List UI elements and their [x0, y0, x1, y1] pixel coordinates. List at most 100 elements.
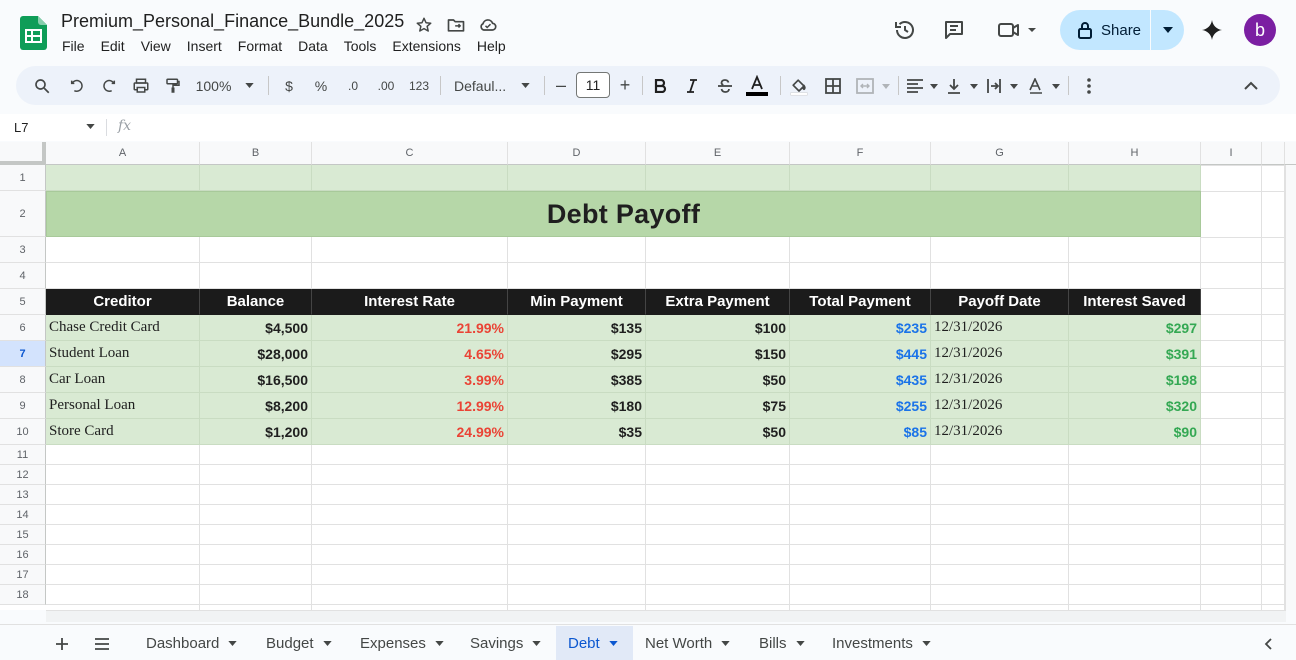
header-interest-rate[interactable]: Interest Rate: [312, 289, 508, 315]
row-header-1[interactable]: 1: [0, 165, 46, 191]
header-total-payment[interactable]: Total Payment: [790, 289, 931, 315]
cell-interest-saved[interactable]: $320: [1069, 393, 1201, 419]
column-header-d[interactable]: D: [508, 142, 646, 165]
font-size-input[interactable]: 11: [576, 72, 610, 98]
cell-c1[interactable]: [312, 165, 508, 191]
column-header-a[interactable]: A: [46, 142, 200, 165]
row-header-9[interactable]: 9: [0, 393, 46, 419]
cell-balance[interactable]: $1,200: [200, 419, 312, 445]
cell-creditor[interactable]: Car Loan: [46, 367, 200, 393]
cell-balance[interactable]: $4,500: [200, 315, 312, 341]
vertical-scrollbar[interactable]: [1285, 165, 1296, 610]
decrease-font-size-button[interactable]: –: [554, 74, 568, 97]
row-header-3[interactable]: 3: [0, 237, 46, 263]
borders-icon[interactable]: [822, 74, 844, 97]
column-header-e[interactable]: E: [646, 142, 790, 165]
collapse-toolbar-icon[interactable]: [1240, 74, 1262, 97]
increase-decimal-button[interactable]: .00: [374, 74, 398, 97]
cell-min-payment[interactable]: $135: [508, 315, 646, 341]
decrease-decimal-button[interactable]: .0: [342, 74, 364, 97]
menu-view[interactable]: View: [133, 37, 179, 55]
menu-file[interactable]: File: [54, 37, 93, 55]
menu-help[interactable]: Help: [469, 37, 514, 55]
menu-extensions[interactable]: Extensions: [384, 37, 468, 55]
column-header-f[interactable]: F: [790, 142, 931, 165]
text-wrapping-icon[interactable]: [986, 74, 1020, 97]
cell-interest-rate[interactable]: 4.65%: [312, 341, 508, 367]
row-header-18[interactable]: 18: [0, 585, 46, 605]
version-history-icon[interactable]: [893, 18, 917, 42]
name-box[interactable]: L7: [14, 120, 28, 135]
menu-format[interactable]: Format: [230, 37, 290, 55]
more-options-icon[interactable]: [1080, 74, 1098, 97]
gemini-spark-icon[interactable]: [1200, 18, 1224, 42]
paint-format-icon[interactable]: [162, 74, 184, 97]
menu-insert[interactable]: Insert: [179, 37, 230, 55]
cell-interest-saved[interactable]: $90: [1069, 419, 1201, 445]
menu-tools[interactable]: Tools: [336, 37, 385, 55]
cell-extra-payment[interactable]: $75: [646, 393, 790, 419]
column-header-b[interactable]: B: [200, 142, 312, 165]
horizontal-scrollbar[interactable]: [46, 610, 1286, 622]
cell-extra-payment[interactable]: $100: [646, 315, 790, 341]
cell-payoff-date[interactable]: 12/31/2026: [931, 315, 1069, 341]
more-formats-button[interactable]: 123: [408, 74, 430, 97]
increase-font-size-button[interactable]: +: [618, 74, 632, 97]
tab-savings[interactable]: Savings: [458, 626, 553, 660]
account-avatar[interactable]: b: [1244, 14, 1276, 46]
row-header-4[interactable]: 4: [0, 263, 46, 289]
search-menus-icon[interactable]: [30, 74, 54, 97]
row-header-8[interactable]: 8: [0, 367, 46, 393]
cell-min-payment[interactable]: $180: [508, 393, 646, 419]
cell-creditor[interactable]: Personal Loan: [46, 393, 200, 419]
row-header-7[interactable]: 7: [0, 341, 46, 367]
menu-edit[interactable]: Edit: [93, 37, 133, 55]
cell-total-payment[interactable]: $85: [790, 419, 931, 445]
row-header-11[interactable]: 11: [0, 445, 46, 465]
row-header-15[interactable]: 15: [0, 525, 46, 545]
zoom-select[interactable]: 100%: [194, 74, 256, 97]
column-header-h[interactable]: H: [1069, 142, 1201, 165]
cell-payoff-date[interactable]: 12/31/2026: [931, 367, 1069, 393]
cell-balance[interactable]: $8,200: [200, 393, 312, 419]
cell-min-payment[interactable]: $35: [508, 419, 646, 445]
cell-interest-rate[interactable]: 21.99%: [312, 315, 508, 341]
cell-total-payment[interactable]: $445: [790, 341, 931, 367]
tab-bills[interactable]: Bills: [747, 626, 817, 660]
cell-g1[interactable]: [931, 165, 1069, 191]
row-header-17[interactable]: 17: [0, 565, 46, 585]
star-icon[interactable]: [413, 14, 435, 36]
undo-icon[interactable]: [66, 74, 88, 97]
add-sheet-icon[interactable]: [54, 626, 70, 660]
all-sheets-icon[interactable]: [92, 626, 112, 660]
comments-icon[interactable]: [942, 18, 966, 42]
cell-total-payment[interactable]: $255: [790, 393, 931, 419]
header-creditor[interactable]: Creditor: [46, 289, 200, 315]
tab-investments[interactable]: Investments: [820, 626, 943, 660]
share-dropdown-button[interactable]: [1151, 27, 1184, 33]
strikethrough-icon[interactable]: [714, 74, 736, 97]
format-percent-button[interactable]: %: [312, 74, 330, 97]
tab-net-worth[interactable]: Net Worth: [633, 626, 742, 660]
cell-min-payment[interactable]: $385: [508, 367, 646, 393]
cell-interest-saved[interactable]: $297: [1069, 315, 1201, 341]
cell-h1[interactable]: [1069, 165, 1201, 191]
vertical-align-icon[interactable]: [946, 74, 980, 97]
header-min-payment[interactable]: Min Payment: [508, 289, 646, 315]
row-header-16[interactable]: 16: [0, 545, 46, 565]
tab-dashboard[interactable]: Dashboard: [134, 626, 249, 660]
move-folder-icon[interactable]: [445, 14, 467, 36]
print-icon[interactable]: [130, 74, 152, 97]
cell-f1[interactable]: [790, 165, 931, 191]
share-button[interactable]: Share: [1060, 10, 1151, 50]
column-header-i[interactable]: I: [1201, 142, 1262, 165]
column-header-c[interactable]: C: [312, 142, 508, 165]
row-header-2[interactable]: 2: [0, 191, 46, 237]
row-header-12[interactable]: 12: [0, 465, 46, 485]
scroll-tabs-left-icon[interactable]: [1260, 626, 1276, 660]
cell-payoff-date[interactable]: 12/31/2026: [931, 341, 1069, 367]
tab-expenses[interactable]: Expenses: [348, 626, 456, 660]
document-title[interactable]: Premium_Personal_Finance_Bundle_2025: [61, 11, 404, 32]
cell-balance[interactable]: $16,500: [200, 367, 312, 393]
cell-a1[interactable]: [46, 165, 200, 191]
